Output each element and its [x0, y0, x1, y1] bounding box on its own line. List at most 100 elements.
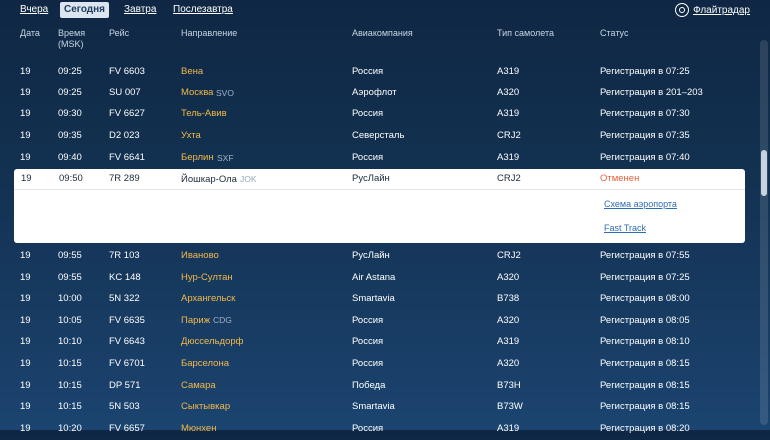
selected-flight-card[interactable]: 19 09:50 7R 289 Йошкар-Ола JOK РусЛайн CR…: [14, 169, 745, 243]
scrollbar[interactable]: [760, 40, 768, 425]
tab-tomorrow[interactable]: Завтра: [120, 2, 160, 18]
flightradar-link-group[interactable]: Флайтрадар: [675, 2, 750, 18]
flight-number: FV 6627: [109, 108, 145, 119]
flight-date: 19: [20, 250, 31, 261]
flight-number: D2 023: [109, 130, 140, 141]
flight-destination: Мюнхен: [181, 422, 217, 434]
tab-today[interactable]: Сегодня: [60, 2, 110, 18]
flight-time: 09:25: [58, 87, 82, 98]
flight-aircraft: A319: [497, 66, 520, 77]
flight-time: 10:00: [58, 293, 82, 305]
flight-aircraft: B73H: [497, 379, 521, 391]
radar-icon: [675, 3, 690, 17]
destination-name: Йошкар-Ола: [181, 174, 237, 185]
flight-row[interactable]: 19 09:30 FV 6627 Тель-Авив Россия A319 Регистр…: [0, 104, 770, 126]
flight-date: 19: [20, 314, 31, 326]
scrollbar-thumb[interactable]: [761, 150, 767, 196]
flight-date: 19: [20, 422, 31, 434]
flight-aircraft: B73W: [497, 401, 523, 413]
flight-date: 19: [20, 108, 31, 119]
destination-iata: SXF: [217, 152, 234, 163]
flight-destination: Иваново: [181, 250, 219, 261]
flight-airline: Smartavia: [352, 401, 395, 413]
flight-aircraft: A319: [497, 108, 520, 119]
flight-number: KC 148: [109, 271, 141, 283]
flight-row[interactable]: 19 10:00 5N 322 Архангельск Smartavia B738 Рег…: [0, 289, 770, 311]
tab-yesterday[interactable]: Вчера: [16, 2, 52, 18]
flight-aircraft: A320: [497, 358, 520, 369]
flight-status: Отменен: [600, 173, 640, 184]
flight-row[interactable]: 19 09:25 SU 007 Москва SVO Аэрофлот A320 Регист…: [0, 83, 770, 105]
flight-time: 09:50: [59, 173, 83, 184]
flight-aircraft: A319: [497, 152, 520, 163]
flightradar-link[interactable]: Флайтрадар: [693, 5, 750, 16]
flight-number: FV 6643: [109, 336, 145, 348]
flight-airline: Россия: [352, 66, 384, 77]
flight-date: 19: [20, 87, 31, 98]
flight-row[interactable]: 19 09:55 7R 103 Иваново РусЛайн CRJ2 Регистрац…: [0, 246, 770, 268]
flight-airline: Аэрофлот: [352, 87, 397, 98]
flight-time: 10:15: [58, 358, 82, 369]
header-aircraft: Тип самолета: [497, 28, 554, 38]
flight-status: Регистрация в 07:25: [600, 66, 690, 77]
flight-row[interactable]: 19 10:15 5N 503 Сыктывкар Smartavia B73W Регис…: [0, 397, 770, 419]
flight-aircraft: A319: [497, 422, 520, 434]
flight-time: 10:10: [58, 336, 82, 348]
flight-time: 09:30: [58, 108, 82, 119]
flight-date: 19: [20, 271, 31, 283]
flight-date: 19: [20, 379, 31, 391]
flight-row[interactable]: 19 09:55 KC 148 Нур-Султан Air Astana A320 Рег…: [0, 268, 770, 290]
flight-row[interactable]: 19 10:20 FV 6657 Мюнхен Россия A319 Регистраци…: [0, 419, 770, 440]
header-flight: Рейс: [109, 28, 130, 38]
flight-destination: Самара: [181, 379, 216, 391]
tab-day-after-tomorrow[interactable]: Послезавтра: [169, 2, 237, 18]
flight-destination: Сыктывкар: [181, 401, 231, 413]
flight-time: 09:35: [58, 130, 82, 141]
flight-number: 5N 322: [109, 293, 140, 305]
destination-iata: JOK: [239, 174, 257, 184]
flight-number: FV 6657: [109, 422, 145, 434]
flight-aircraft: A320: [497, 271, 520, 283]
flight-row[interactable]: 19 10:15 DP 571 Самара Победа B73H Регистрация…: [0, 376, 770, 398]
flight-destination: Париж: [181, 314, 211, 326]
flight-row[interactable]: 19 10:05 FV 6635 Париж CDG Россия A320 Регистра…: [0, 311, 770, 333]
flight-airline: Россия: [352, 314, 384, 326]
flight-row[interactable]: 19 09:35 D2 023 Ухта Северсталь CRJ2 Регистрац…: [0, 126, 770, 148]
flight-status: Регистрация в 08:05: [600, 314, 690, 326]
flight-number: FV 6603: [109, 66, 145, 77]
airport-map-link[interactable]: Схема аэропорта: [604, 199, 677, 209]
flight-destination: Архангельск: [181, 293, 236, 305]
flight-destination: Йошкар-Ола JOK: [181, 173, 256, 186]
flight-aircraft: CRJ2: [497, 130, 521, 141]
flight-destination: Ухта: [181, 130, 201, 141]
flight-time: 10:15: [58, 379, 82, 391]
flight-aircraft: B738: [497, 293, 520, 305]
flight-airline: Победа: [352, 379, 386, 391]
flight-row[interactable]: 19 10:15 FV 6701 Барселона Россия A320 Регистр…: [0, 354, 770, 376]
flight-status: Регистрация в 08:20: [600, 422, 690, 434]
flight-status: Регистрация в 07:55: [600, 250, 690, 261]
flight-aircraft: CRJ2: [497, 173, 521, 184]
flight-status: Регистрация в 08:10: [600, 336, 690, 348]
flight-number: FV 6635: [109, 314, 145, 326]
flight-time: 10:05: [58, 314, 82, 326]
flight-date: 19: [20, 293, 31, 305]
flight-number: FV 6641: [109, 152, 145, 163]
flight-status: Регистрация в 07:25: [600, 271, 690, 283]
flight-date: 19: [20, 401, 31, 413]
fast-track-link[interactable]: Fast Track: [604, 223, 646, 233]
flight-row[interactable]: 19 09:25 FV 6603 Вена Россия A319 Регистрация …: [0, 62, 770, 84]
flight-aircraft: A319: [497, 336, 520, 348]
header-destination: Направление: [181, 28, 238, 38]
flight-destination: Барселона: [181, 358, 229, 369]
flight-status: Регистрация в 07:35: [600, 130, 690, 141]
flight-destination: Нур-Султан: [181, 271, 233, 283]
flight-airline: Air Astana: [352, 271, 396, 283]
header-time: Время (MSK): [58, 28, 85, 50]
flight-status: Регистрация в 07:30: [600, 108, 690, 119]
flight-row[interactable]: 19 10:10 FV 6643 Дюссельдорф Россия A319 Регис…: [0, 332, 770, 354]
flight-row[interactable]: 19 09:40 FV 6641 Берлин SXF Россия A319 Регистр…: [0, 148, 770, 170]
header-time-zone: (MSK): [58, 39, 84, 49]
flight-destination: Вена: [181, 66, 204, 77]
flight-number: SU 007: [109, 87, 141, 98]
